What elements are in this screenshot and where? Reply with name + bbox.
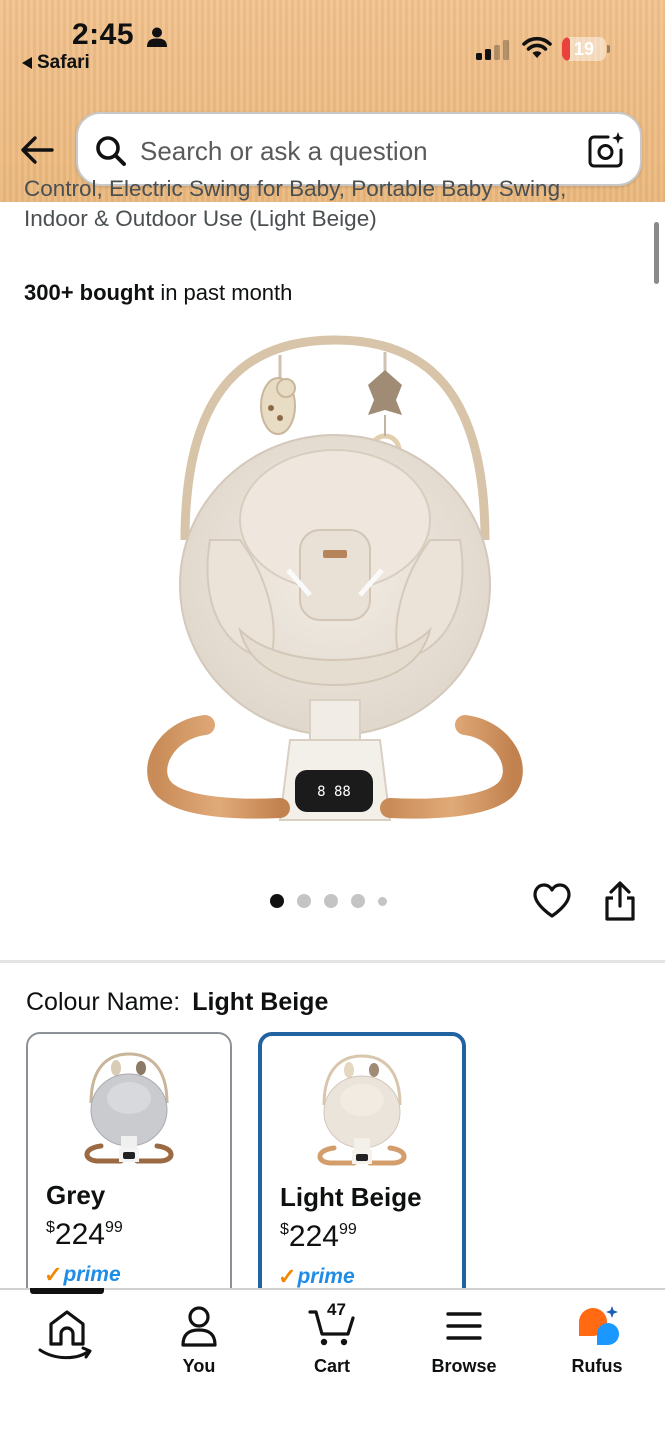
active-tab-indicator bbox=[30, 1288, 104, 1294]
scroll-indicator bbox=[654, 222, 659, 284]
pagination-dot[interactable] bbox=[297, 894, 311, 908]
prime-check-icon: ✓ bbox=[44, 1262, 63, 1287]
colour-name-label: Colour Name: Light Beige bbox=[26, 988, 328, 1017]
nav-browse[interactable]: Browse bbox=[409, 1304, 519, 1377]
share-icon[interactable] bbox=[602, 880, 638, 922]
beige-swing-thumbnail bbox=[317, 1054, 407, 1166]
search-icon bbox=[96, 136, 126, 166]
product-title[interactable]: Control, Electric Swing for Baby, Portab… bbox=[24, 174, 624, 234]
cellular-signal-icon bbox=[476, 40, 509, 60]
home-icon bbox=[38, 1310, 92, 1360]
swatch-price: $22499 bbox=[46, 1218, 123, 1251]
bottom-nav: You 47 Cart Browse Rufus bbox=[0, 1288, 665, 1440]
prime-badge: ✓ prime bbox=[278, 1264, 355, 1289]
camera-search-icon[interactable] bbox=[586, 130, 626, 170]
back-arrow-icon[interactable] bbox=[18, 132, 58, 168]
swatch-price: $22499 bbox=[280, 1220, 357, 1253]
pagination-dot[interactable] bbox=[324, 894, 338, 908]
nav-you[interactable]: You bbox=[144, 1304, 254, 1377]
nav-home[interactable] bbox=[12, 1304, 122, 1372]
back-to-safari-link[interactable]: Safari bbox=[22, 52, 90, 74]
colour-option-light-beige[interactable]: Light Beige $22499 ✓ prime bbox=[258, 1032, 466, 1322]
product-image-baby-swing[interactable]: 8 88 bbox=[140, 330, 530, 830]
bought-count: 300+ bought in past month bbox=[24, 280, 292, 306]
cart-count-badge: 47 bbox=[327, 1300, 346, 1319]
person-icon bbox=[181, 1306, 217, 1347]
bought-count-text: in past month bbox=[160, 280, 293, 305]
person-icon bbox=[147, 27, 167, 47]
search-placeholder: Search or ask a question bbox=[140, 136, 428, 166]
colour-label-text: Colour Name: bbox=[26, 988, 181, 1016]
colour-selected-value: Light Beige bbox=[192, 988, 329, 1016]
prime-badge: ✓ prime bbox=[44, 1262, 121, 1287]
nav-rufus-label: Rufus bbox=[571, 1356, 623, 1376]
nav-cart-label: Cart bbox=[313, 1356, 350, 1376]
nav-you-label: You bbox=[182, 1356, 216, 1376]
heart-icon[interactable] bbox=[532, 882, 572, 920]
battery-level: 19 bbox=[573, 39, 595, 59]
swatch-name: Light Beige bbox=[280, 1182, 422, 1212]
colour-option-grey[interactable]: Grey $22499 ✓ prime bbox=[26, 1032, 232, 1322]
rufus-icon bbox=[579, 1306, 619, 1345]
back-app-label: Safari bbox=[37, 52, 90, 73]
nav-rufus[interactable]: Rufus bbox=[542, 1304, 652, 1377]
section-divider bbox=[0, 960, 665, 963]
prime-check-icon: ✓ bbox=[278, 1264, 297, 1289]
nav-browse-label: Browse bbox=[431, 1356, 497, 1376]
nav-cart[interactable]: 47 Cart bbox=[277, 1300, 387, 1377]
pagination-dot[interactable] bbox=[378, 896, 387, 906]
pagination-dot[interactable] bbox=[351, 894, 365, 908]
menu-icon bbox=[446, 1312, 482, 1340]
cart-icon-wrap: 47 bbox=[308, 1300, 355, 1348]
swing-display-readout: 8 88 bbox=[317, 784, 351, 800]
wifi-icon bbox=[522, 36, 552, 58]
status-time: 2:45 bbox=[72, 18, 135, 51]
back-triangle-icon bbox=[22, 57, 32, 69]
swatch-name: Grey bbox=[46, 1180, 106, 1210]
battery-indicator: 19 bbox=[562, 37, 610, 61]
pagination-dot[interactable] bbox=[270, 894, 284, 908]
header: 2:45 Safari 19 Search or ask a question bbox=[0, 0, 665, 202]
image-pagination[interactable] bbox=[270, 894, 387, 908]
bought-count-number: 300+ bought bbox=[24, 280, 155, 305]
grey-swing-thumbnail bbox=[84, 1052, 174, 1164]
